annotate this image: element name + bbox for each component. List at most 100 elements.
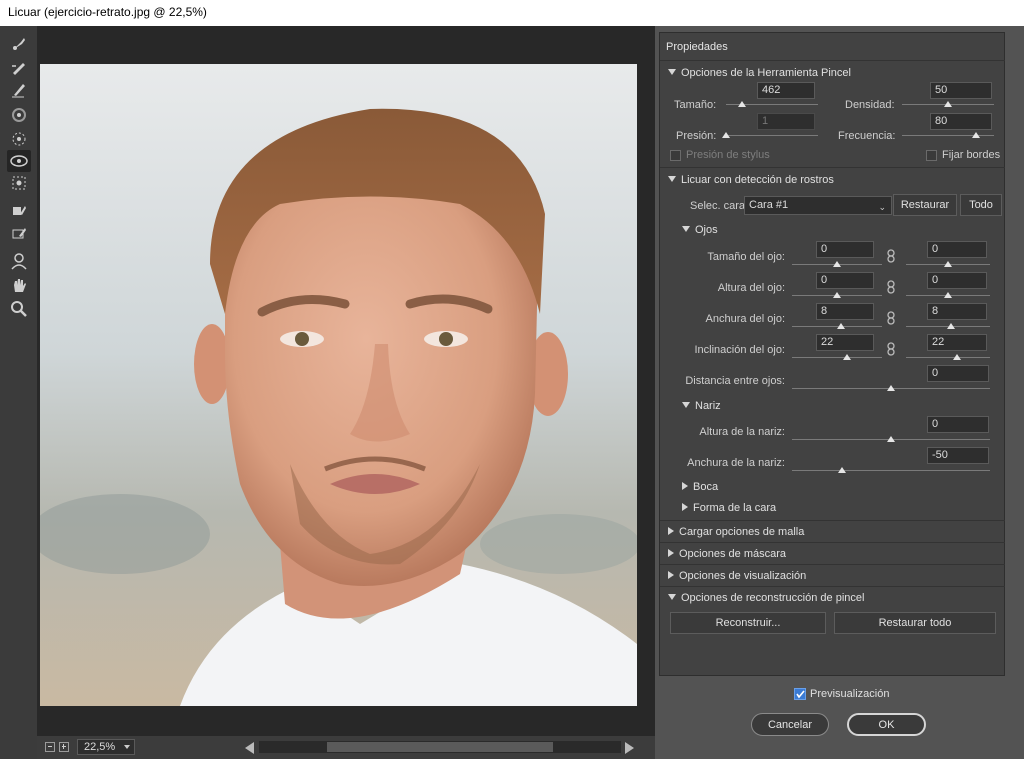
- collapsed-icon: [668, 549, 674, 557]
- mask-section[interactable]: Opciones de máscara: [660, 542, 1005, 564]
- eye-tilt-left-slider[interactable]: [792, 354, 882, 362]
- eye-width-right-field[interactable]: 8: [927, 303, 987, 320]
- face-aware-header[interactable]: Licuar con detección de rostros: [668, 174, 834, 186]
- mouth-header[interactable]: Boca: [682, 481, 718, 493]
- rate-field[interactable]: 80: [930, 113, 992, 130]
- twirl-icon[interactable]: [7, 104, 31, 126]
- nose-height-field[interactable]: 0: [927, 416, 989, 433]
- link-icon[interactable]: [886, 280, 896, 294]
- reconstruct-button[interactable]: Reconstruir...: [670, 612, 826, 634]
- push-left-icon[interactable]: [7, 200, 31, 222]
- cancel-button[interactable]: Cancelar: [751, 713, 829, 736]
- eye-height-left-slider[interactable]: [792, 292, 882, 300]
- eye-tilt-left-field[interactable]: 22: [816, 334, 874, 351]
- size-slider[interactable]: [726, 101, 818, 109]
- bloat-icon[interactable]: [7, 172, 31, 194]
- eye-tilt-right-slider[interactable]: [906, 354, 990, 362]
- eye-distance-field[interactable]: 0: [927, 365, 989, 382]
- select-face-dropdown[interactable]: Cara #1 ⌄: [744, 196, 892, 215]
- link-icon[interactable]: [886, 342, 896, 356]
- panel-title: Propiedades: [666, 41, 728, 53]
- eye-height-right-field[interactable]: 0: [927, 272, 987, 289]
- mesh-title: Cargar opciones de malla: [679, 526, 805, 538]
- density-label: Densidad:: [845, 99, 895, 111]
- freeze-mask-icon[interactable]: [7, 222, 31, 244]
- canvas-area[interactable]: [37, 26, 655, 736]
- size-field[interactable]: 462: [757, 82, 815, 99]
- eye-width-left-field[interactable]: 8: [816, 303, 874, 320]
- nose-height-slider[interactable]: [792, 436, 990, 444]
- forward-warp-icon[interactable]: [7, 32, 31, 54]
- eye-size-right-slider[interactable]: [906, 261, 990, 269]
- pucker-icon[interactable]: [7, 128, 31, 150]
- eye-distance-label: Distancia entre ojos:: [685, 375, 785, 387]
- expanded-icon: [668, 176, 676, 182]
- size-label: Tamaño:: [674, 99, 717, 111]
- eye-width-left-slider[interactable]: [792, 323, 882, 331]
- mesh-section[interactable]: Cargar opciones de malla: [660, 520, 1005, 542]
- stylus-pressure-label: Presión de stylus: [686, 149, 770, 161]
- checkmark-icon: [796, 690, 805, 699]
- link-icon[interactable]: [886, 311, 896, 325]
- eye-size-right-field[interactable]: 0: [927, 241, 987, 258]
- zoom-out-icon[interactable]: [45, 742, 55, 752]
- nose-header[interactable]: Nariz: [682, 400, 721, 412]
- nose-width-slider[interactable]: [792, 467, 990, 475]
- eyes-header[interactable]: Ojos: [682, 224, 718, 236]
- face-tool-icon[interactable]: [7, 150, 31, 172]
- reconstruct-header[interactable]: Opciones de reconstrucción de pincel: [668, 592, 864, 604]
- nose-width-field[interactable]: -50: [927, 447, 989, 464]
- stylus-pressure-checkbox[interactable]: [670, 150, 681, 161]
- scroll-right-icon[interactable]: [625, 742, 634, 754]
- eye-height-left-field[interactable]: 0: [816, 272, 874, 289]
- pressure-field[interactable]: 1: [757, 113, 815, 130]
- eye-width-right-slider[interactable]: [906, 323, 990, 331]
- zoom-icon[interactable]: [7, 298, 31, 320]
- scrollbar-thumb[interactable]: [327, 742, 553, 752]
- collapsed-icon: [682, 503, 688, 511]
- hand-icon[interactable]: [7, 274, 31, 296]
- eye-tilt-right-field[interactable]: 22: [927, 334, 987, 351]
- view-header[interactable]: Opciones de visualización: [668, 570, 806, 582]
- rate-slider[interactable]: [902, 132, 994, 140]
- nose-title: Nariz: [695, 400, 721, 412]
- tools-panel: [0, 26, 37, 759]
- zoom-in-icon[interactable]: [59, 742, 69, 752]
- view-section[interactable]: Opciones de visualización: [660, 564, 1005, 586]
- portrait-image[interactable]: [40, 64, 637, 706]
- zoom-select[interactable]: 22,5%: [77, 739, 135, 755]
- restore-all-button[interactable]: Restaurar todo: [834, 612, 996, 634]
- brush-options-header[interactable]: Opciones de la Herramienta Pincel: [668, 67, 851, 79]
- eye-distance-slider[interactable]: [792, 385, 990, 393]
- smooth-icon[interactable]: [7, 78, 31, 100]
- preview-checkbox[interactable]: [794, 688, 806, 700]
- eye-size-left-slider[interactable]: [792, 261, 882, 269]
- eye-tilt-label: Inclinación del ojo:: [694, 344, 785, 356]
- eye-size-label: Tamaño del ojo:: [707, 251, 785, 263]
- pressure-label: Presión:: [676, 130, 717, 142]
- horizontal-scrollbar[interactable]: [259, 741, 621, 753]
- ok-button[interactable]: OK: [847, 713, 926, 736]
- density-slider[interactable]: [902, 101, 994, 109]
- reconstruct-icon[interactable]: [7, 56, 31, 78]
- eye-size-left-field[interactable]: 0: [816, 241, 874, 258]
- expanded-icon: [668, 594, 676, 600]
- scroll-left-icon[interactable]: [245, 742, 254, 754]
- mesh-header[interactable]: Cargar opciones de malla: [668, 526, 804, 538]
- select-face-value: Cara #1: [749, 199, 789, 211]
- eye-height-right-slider[interactable]: [906, 292, 990, 300]
- expanded-icon: [682, 402, 690, 408]
- density-field[interactable]: 50: [930, 82, 992, 99]
- brush-options-title: Opciones de la Herramienta Pincel: [681, 67, 851, 79]
- rate-label: Frecuencia:: [838, 130, 896, 142]
- link-icon[interactable]: [886, 249, 896, 263]
- hand-person-icon[interactable]: [7, 250, 31, 272]
- pressure-slider[interactable]: [722, 132, 818, 140]
- face-aware-title: Licuar con detección de rostros: [681, 174, 834, 186]
- pin-edges-checkbox[interactable]: [926, 150, 937, 161]
- restore-button[interactable]: Restaurar: [893, 194, 957, 216]
- mask-header[interactable]: Opciones de máscara: [668, 548, 786, 560]
- all-button[interactable]: Todo: [960, 194, 1002, 216]
- face-shape-header[interactable]: Forma de la cara: [682, 502, 776, 514]
- face-shape-title: Forma de la cara: [693, 502, 777, 514]
